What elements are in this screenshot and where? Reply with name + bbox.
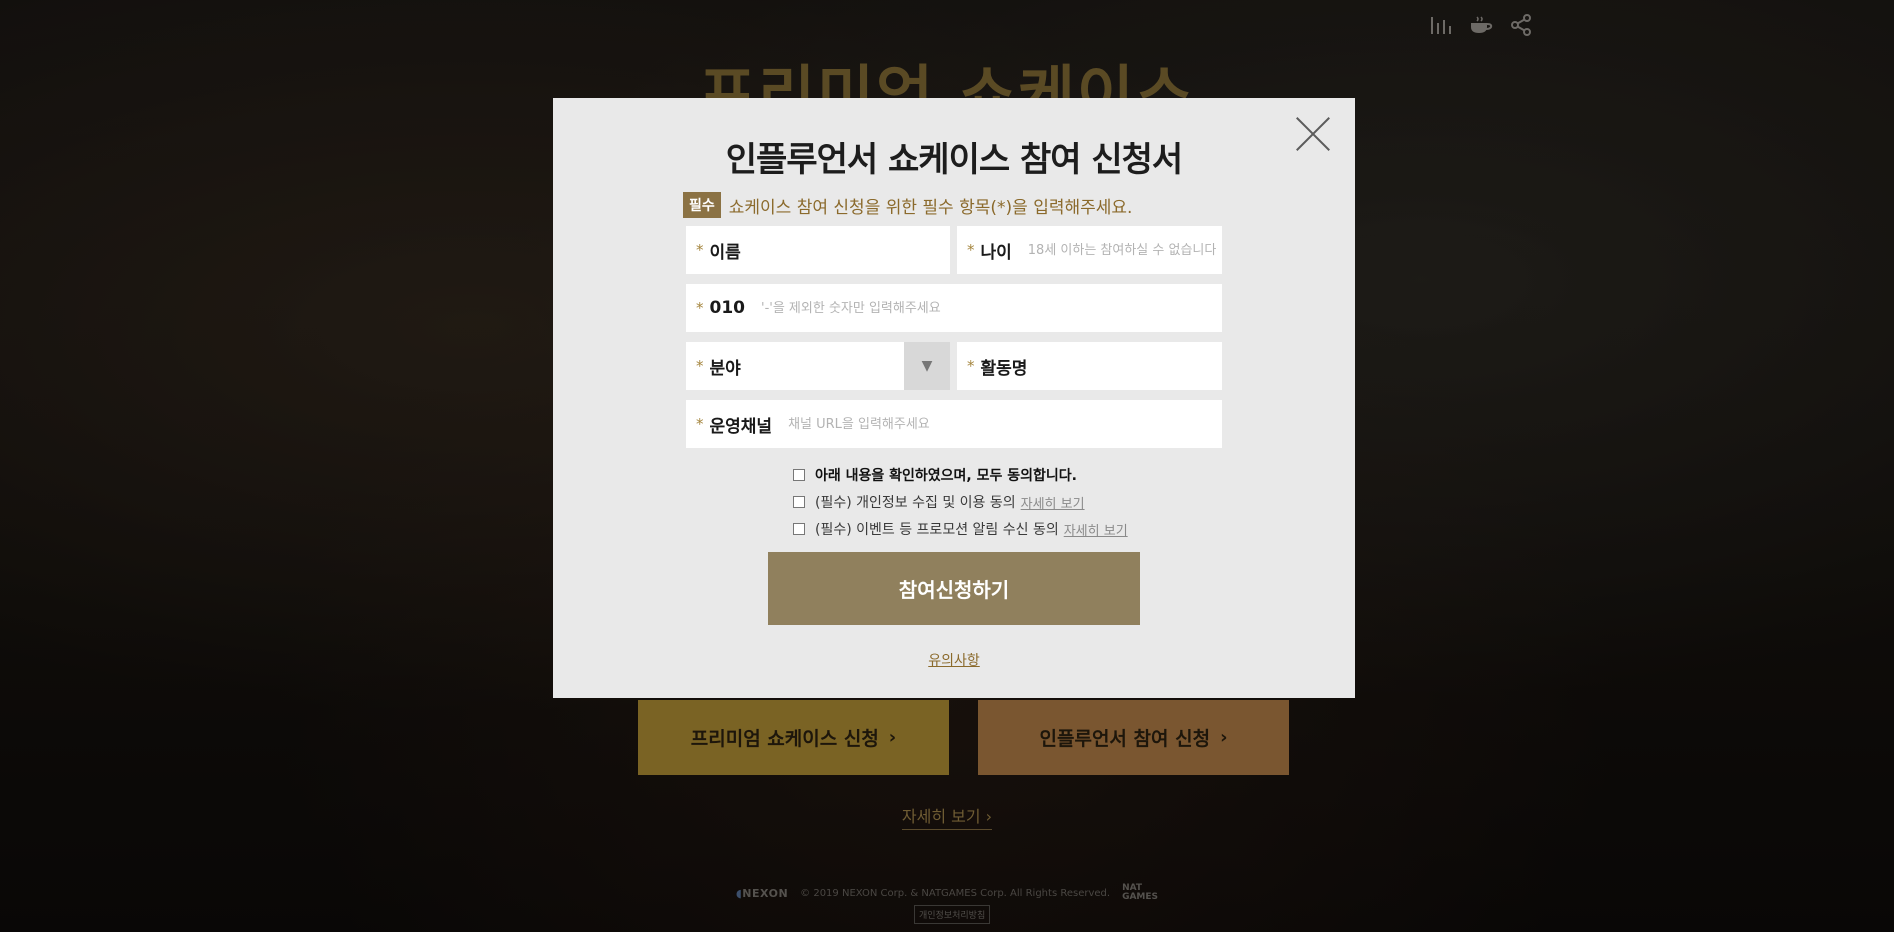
notice-link[interactable]: 유의사항 <box>553 650 1355 670</box>
required-star: * <box>967 357 975 375</box>
copyright-text: © 2019 NEXON Corp. & NATGAMES Corp. All … <box>800 887 1111 899</box>
category-label: 분야 <box>709 358 741 379</box>
influencer-apply-label: 인플루언서 참여 신청 <box>1039 728 1211 750</box>
required-badge: 필수 <box>683 192 721 218</box>
notice-link-label: 유의사항 <box>928 653 980 669</box>
footer: ◖NEXON © 2019 NEXON Corp. & NATGAMES Cor… <box>0 884 1894 902</box>
privacy-detail-link[interactable]: 자세히 보기 <box>1021 493 1085 512</box>
name-label: 이름 <box>709 242 741 263</box>
name-field[interactable]: * 이름 <box>686 226 950 274</box>
modal-title: 인플루언서 쇼케이스 참여 신청서 <box>725 140 1183 180</box>
phone-prefix-label: 010 <box>709 298 746 318</box>
required-star: * <box>696 241 704 259</box>
more-details-label: 자세히 보기 › <box>901 807 993 830</box>
activity-name-field[interactable]: * 활동명 <box>957 342 1222 390</box>
nexon-logo: ◖NEXON <box>735 886 789 900</box>
agreement-list: 아래 내용을 확인하였으며, 모두 동의합니다. (필수) 개인정보 수집 및 … <box>793 465 1128 539</box>
activity-name-label: 활동명 <box>980 358 1028 379</box>
required-star: * <box>696 415 704 433</box>
agree-privacy-row[interactable]: (필수) 개인정보 수집 및 이용 동의 자세히 보기 <box>793 492 1128 512</box>
nexon-logo-text: NEXON <box>742 886 789 900</box>
dropdown-arrow-icon[interactable]: ▼ <box>904 342 950 390</box>
share-icon[interactable] <box>1508 12 1534 38</box>
top-icon-bar <box>1428 12 1534 38</box>
category-select[interactable]: * 분야 ▼ <box>686 342 950 390</box>
name-input[interactable] <box>756 242 950 258</box>
required-note: 필수 쇼케이스 참여 신청을 위한 필수 항목(*)을 입력해주세요. <box>683 192 1132 218</box>
premium-showcase-apply-button[interactable]: 프리미엄 쇼케이스 신청 › <box>638 700 949 775</box>
required-star: * <box>967 241 975 259</box>
privacy-policy-link[interactable]: 개인정보처리방침 <box>914 905 991 924</box>
bar-chart-icon[interactable] <box>1428 12 1454 38</box>
application-modal: 인플루언서 쇼케이스 참여 신청서 필수 쇼케이스 참여 신청을 위한 필수 항… <box>553 98 1355 698</box>
phone-input[interactable] <box>761 300 1222 316</box>
agree-promotion-row[interactable]: (필수) 이벤트 등 프로모션 알림 수신 동의 자세히 보기 <box>793 519 1128 539</box>
coffee-cup-icon[interactable] <box>1468 12 1494 38</box>
natgames-logo: NAT GAMES <box>1122 884 1158 902</box>
promotion-detail-link[interactable]: 자세히 보기 <box>1064 520 1128 539</box>
required-star: * <box>696 357 704 375</box>
activity-name-input[interactable] <box>1043 358 1222 374</box>
cta-button-row: 프리미엄 쇼케이스 신청 › 인플루언서 참여 신청 › <box>638 700 1289 775</box>
age-input[interactable] <box>1027 242 1222 258</box>
age-label: 나이 <box>980 242 1012 263</box>
agree-all-label: 아래 내용을 확인하였으며, 모두 동의합니다. <box>815 468 1077 484</box>
agree-privacy-checkbox[interactable] <box>793 496 805 508</box>
submit-application-button[interactable]: 참여신청하기 <box>768 552 1140 625</box>
agree-promotion-checkbox[interactable] <box>793 523 805 535</box>
premium-showcase-apply-label: 프리미엄 쇼케이스 신청 <box>690 728 879 750</box>
channel-label: 운영채널 <box>709 416 773 437</box>
age-field[interactable]: * 나이 <box>957 226 1222 274</box>
agree-promotion-label: (필수) 이벤트 등 프로모션 알림 수신 동의 <box>815 522 1059 538</box>
chevron-right-icon: › <box>1220 727 1228 748</box>
agree-privacy-label: (필수) 개인정보 수집 및 이용 동의 <box>815 495 1016 511</box>
agree-all-checkbox[interactable] <box>793 469 805 481</box>
channel-field[interactable]: * 운영채널 <box>686 400 1222 448</box>
required-star: * <box>696 299 704 317</box>
chevron-right-icon: › <box>888 727 897 748</box>
phone-field[interactable]: * 010 <box>686 284 1222 332</box>
more-details-link[interactable]: 자세히 보기 › <box>0 803 1894 830</box>
influencer-apply-button[interactable]: 인플루언서 참여 신청 › <box>978 700 1289 775</box>
required-instructions: 쇼케이스 참여 신청을 위한 필수 항목(*)을 입력해주세요. <box>728 197 1133 218</box>
channel-url-input[interactable] <box>788 416 1222 432</box>
agree-all-row[interactable]: 아래 내용을 확인하였으며, 모두 동의합니다. <box>793 465 1128 485</box>
natgames-logo-bottom: GAMES <box>1122 892 1159 902</box>
